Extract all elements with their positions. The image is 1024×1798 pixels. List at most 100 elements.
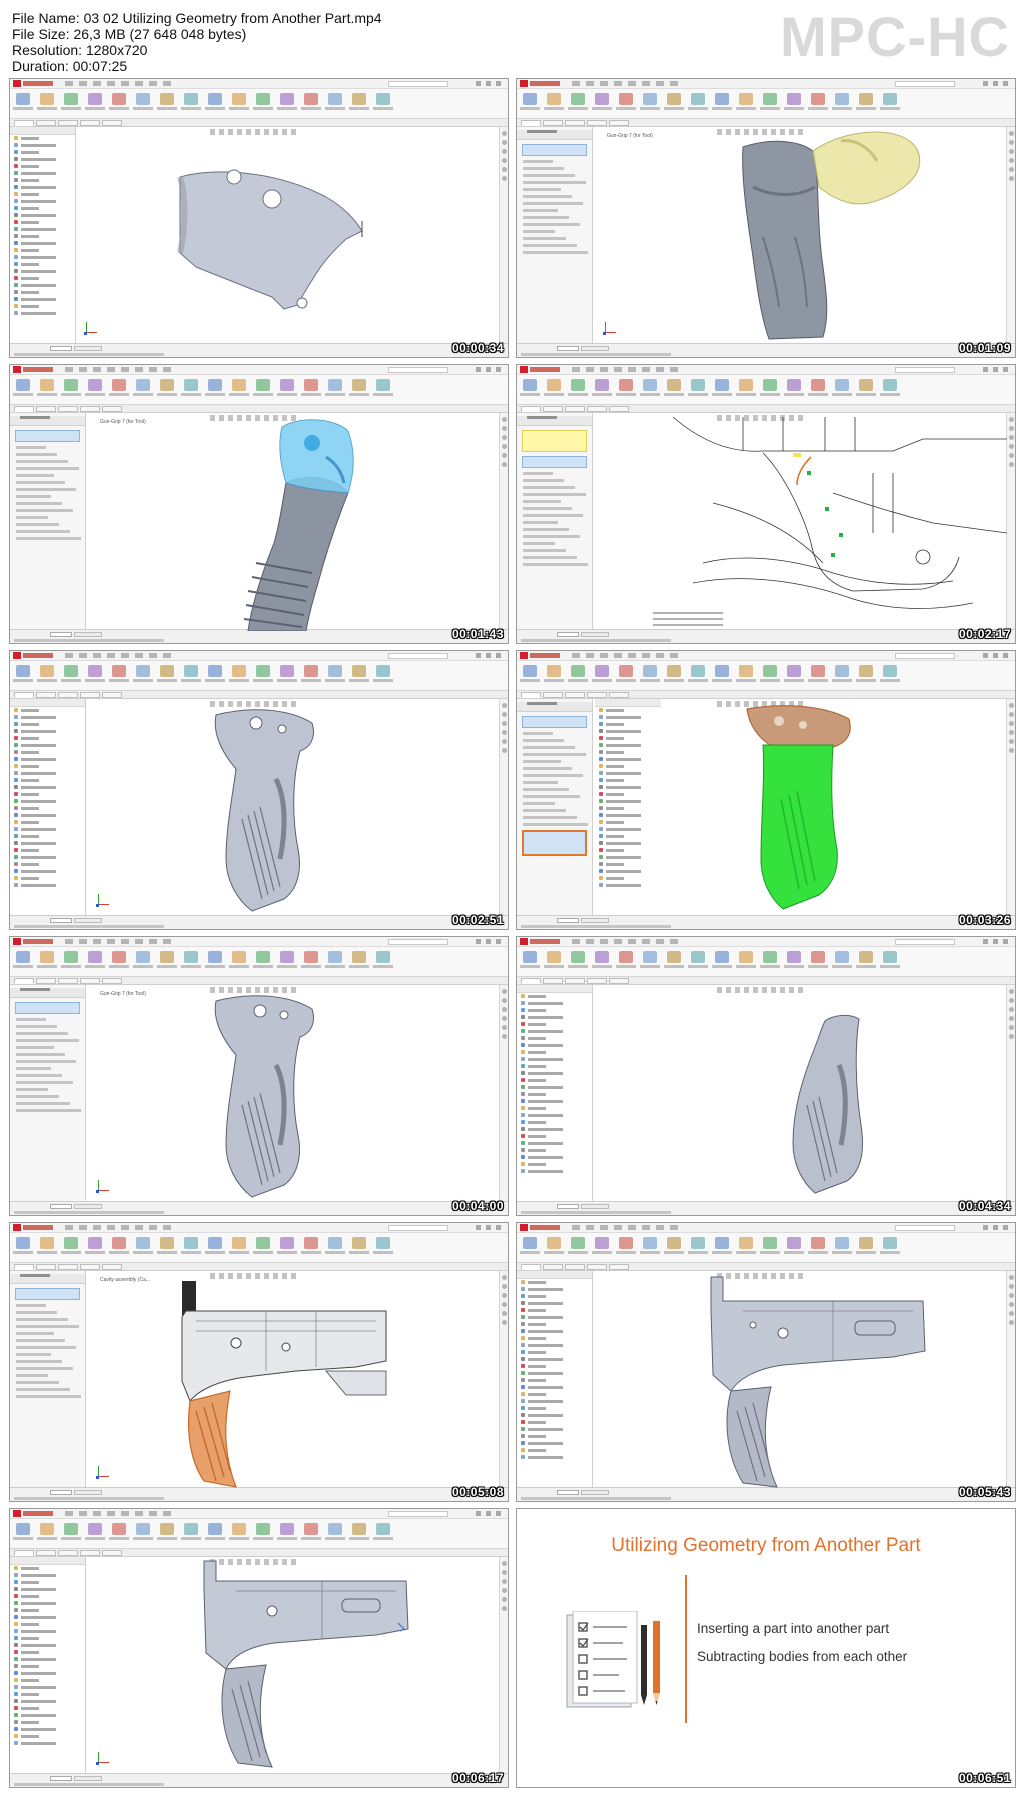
tree-item[interactable] (14, 1565, 85, 1572)
ribbon-tool-icon[interactable] (739, 93, 753, 105)
tree-item[interactable] (14, 142, 75, 149)
ribbon-tool-icon[interactable] (184, 1523, 198, 1535)
ribbon-tool-icon[interactable] (232, 93, 246, 105)
command-tabs[interactable] (517, 691, 1015, 699)
ribbon-tool-icon[interactable] (160, 93, 174, 105)
tree-item[interactable] (521, 1300, 592, 1307)
ribbon-tool-icon[interactable] (160, 1237, 174, 1249)
thumbnail-4[interactable]: 00:02:17 (516, 364, 1016, 644)
ribbon-tool-icon[interactable] (256, 93, 270, 105)
ribbon-tool-icon[interactable] (184, 379, 198, 391)
ribbon-tool-icon[interactable] (787, 951, 801, 963)
tree-item[interactable] (599, 735, 661, 742)
tree-item[interactable] (14, 1719, 85, 1726)
tree-item[interactable] (521, 1056, 592, 1063)
ribbon-tool-icon[interactable] (88, 379, 102, 391)
tree-item[interactable] (599, 875, 661, 882)
task-pane-tabs[interactable] (499, 413, 508, 629)
command-tab[interactable] (565, 1264, 585, 1270)
ribbon-tool-icon[interactable] (595, 665, 609, 677)
tab-model[interactable] (557, 632, 579, 637)
command-manager[interactable] (10, 947, 508, 977)
command-tab[interactable] (36, 978, 56, 984)
tree-item[interactable] (14, 728, 85, 735)
ribbon-tool-icon[interactable] (376, 1237, 390, 1249)
command-tab[interactable] (102, 120, 122, 126)
ribbon-tool-icon[interactable] (136, 379, 150, 391)
search-input[interactable] (388, 939, 448, 945)
tree-item[interactable] (14, 1642, 85, 1649)
menu-bar[interactable] (572, 939, 682, 944)
command-tab[interactable] (587, 692, 607, 698)
ribbon-tool-icon[interactable] (883, 665, 897, 677)
tree-item[interactable] (521, 1098, 592, 1105)
ribbon-tool-icon[interactable] (112, 665, 126, 677)
search-input[interactable] (895, 653, 955, 659)
command-manager[interactable] (10, 89, 508, 119)
ribbon-tool-icon[interactable] (256, 1523, 270, 1535)
tree-item[interactable] (599, 714, 661, 721)
ribbon-tool-icon[interactable] (40, 379, 54, 391)
tree-item[interactable] (14, 749, 85, 756)
tree-item[interactable] (14, 805, 85, 812)
tree-item[interactable] (521, 1454, 592, 1461)
tree-item[interactable] (599, 707, 661, 714)
ribbon-tool-icon[interactable] (184, 93, 198, 105)
tree-item[interactable] (14, 184, 75, 191)
ribbon-tool-icon[interactable] (64, 665, 78, 677)
tree-item[interactable] (521, 1377, 592, 1384)
tree-item[interactable] (14, 1572, 85, 1579)
tree-item[interactable] (521, 1398, 592, 1405)
tree-item[interactable] (14, 240, 75, 247)
tree-item[interactable] (521, 1426, 592, 1433)
thumbnail-5[interactable]: 00:02:51 (9, 650, 509, 930)
command-manager[interactable] (517, 947, 1015, 977)
ribbon-tool-icon[interactable] (787, 93, 801, 105)
tree-item[interactable] (521, 1035, 592, 1042)
cavity-property-manager[interactable] (10, 1271, 86, 1487)
ribbon-tool-icon[interactable] (643, 665, 657, 677)
tree-item[interactable] (521, 1126, 592, 1133)
bodies-to-combine[interactable] (522, 830, 587, 856)
tree-item[interactable] (14, 735, 85, 742)
tree-item[interactable] (14, 1740, 85, 1747)
window-buttons[interactable] (983, 367, 1011, 372)
tree-item[interactable] (14, 798, 85, 805)
indent-property-manager[interactable] (10, 985, 86, 1201)
tree-item[interactable] (521, 993, 592, 1000)
ribbon-tool-icon[interactable] (160, 1523, 174, 1535)
tree-item[interactable] (521, 1440, 592, 1447)
tree-item[interactable] (14, 854, 85, 861)
ribbon-tool-icon[interactable] (619, 93, 633, 105)
tab-motion-study[interactable] (581, 918, 609, 923)
ribbon-tool-icon[interactable] (352, 1523, 366, 1535)
tree-item[interactable] (14, 282, 75, 289)
selection-box[interactable] (522, 716, 587, 728)
ribbon-tool-icon[interactable] (184, 1237, 198, 1249)
command-tab[interactable] (14, 1550, 34, 1556)
tree-item[interactable] (521, 1279, 592, 1286)
tree-item[interactable] (521, 1154, 592, 1161)
ribbon-tool-icon[interactable] (88, 665, 102, 677)
tree-item[interactable] (14, 812, 85, 819)
tab-motion-study[interactable] (581, 1490, 609, 1495)
tree-item[interactable] (14, 1579, 85, 1586)
tree-item[interactable] (599, 798, 661, 805)
ribbon-tool-icon[interactable] (64, 379, 78, 391)
command-tab[interactable] (58, 1550, 78, 1556)
tree-item[interactable] (599, 840, 661, 847)
ribbon-tool-icon[interactable] (328, 665, 342, 677)
tree-item[interactable] (14, 840, 85, 847)
ribbon-tool-icon[interactable] (160, 951, 174, 963)
command-tab[interactable] (80, 1550, 100, 1556)
menu-bar[interactable] (572, 367, 682, 372)
tree-item[interactable] (599, 805, 661, 812)
ribbon-tool-icon[interactable] (523, 93, 537, 105)
ribbon-tool-icon[interactable] (64, 93, 78, 105)
ribbon-tool-icon[interactable] (547, 665, 561, 677)
ribbon-tool-icon[interactable] (136, 1523, 150, 1535)
tree-item[interactable] (521, 1405, 592, 1412)
tree-item[interactable] (14, 149, 75, 156)
window-buttons[interactable] (476, 81, 504, 86)
tree-item[interactable] (521, 1021, 592, 1028)
